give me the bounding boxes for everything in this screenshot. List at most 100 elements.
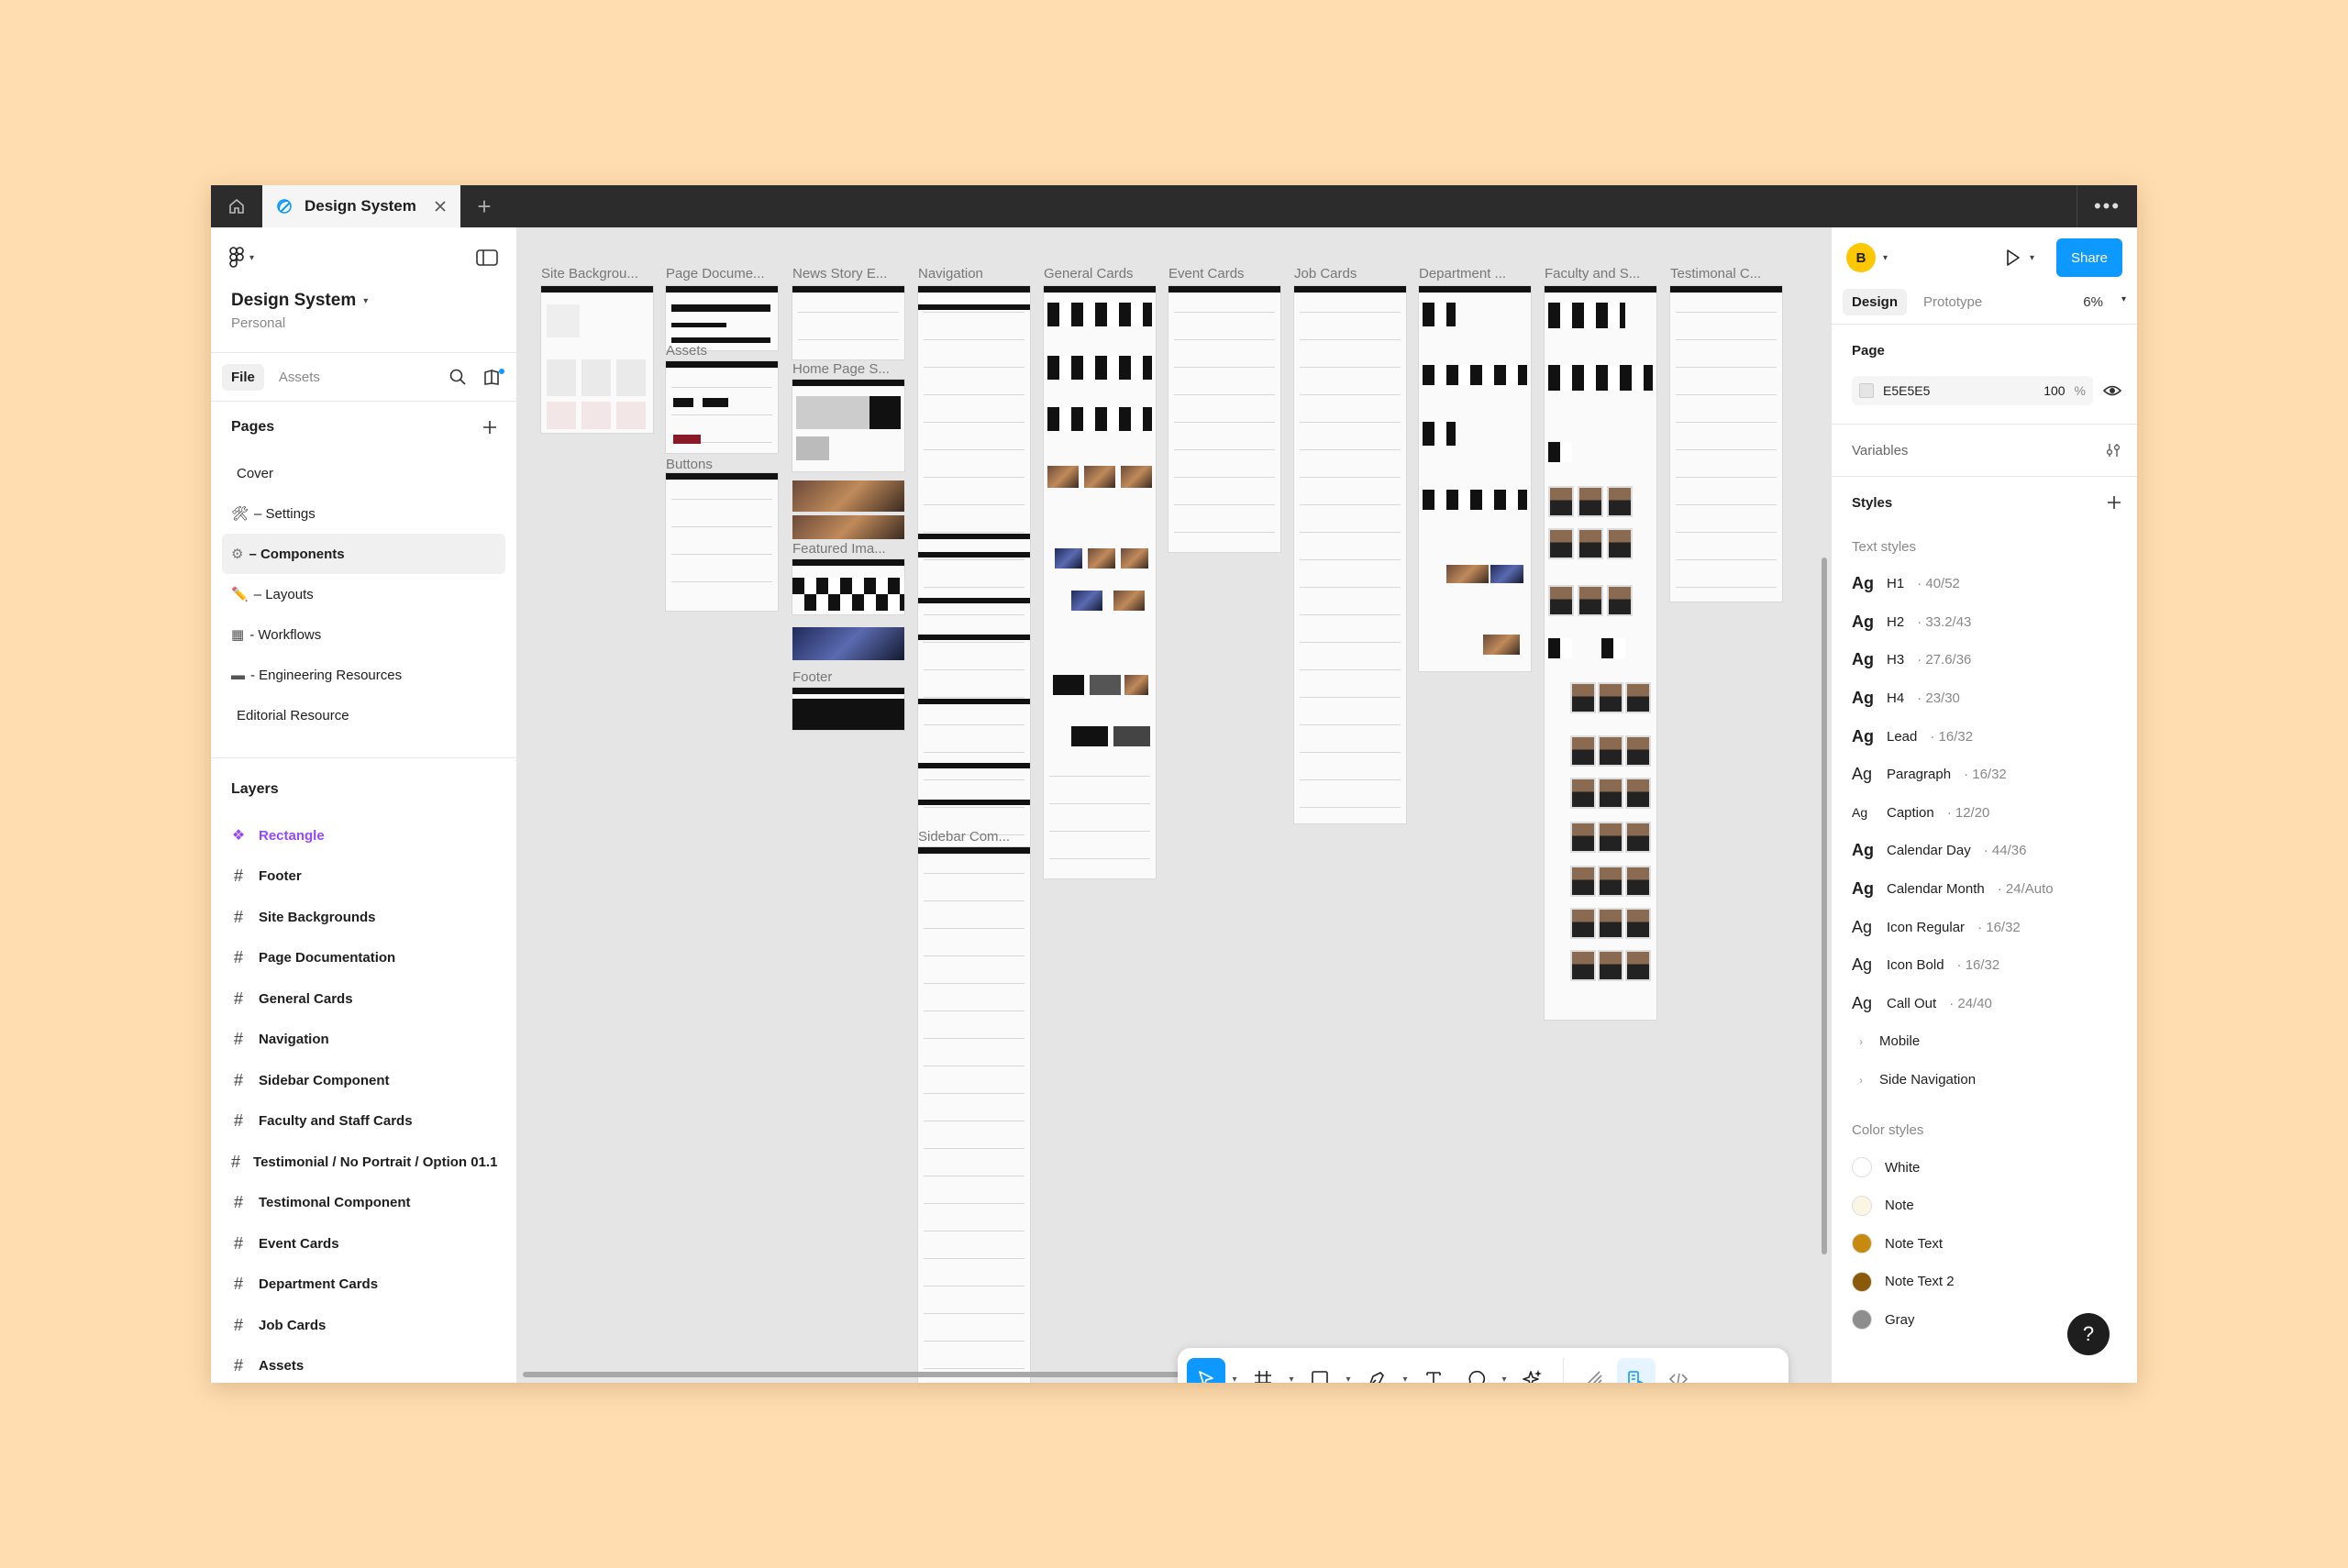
home-page-frame[interactable] [792,380,904,471]
variables-icon[interactable] [2104,441,2122,459]
main-menu-button[interactable]: ▾ [229,247,254,269]
frame-label[interactable]: Home Page S... [792,361,890,377]
frame-label[interactable]: Page Docume... [666,266,776,282]
design-mode-button[interactable] [1617,1358,1656,1383]
move-tool-button[interactable] [1187,1358,1225,1383]
chevron-down-icon[interactable]: ▾ [1343,1375,1354,1384]
page-item-engineering[interactable]: ▬ - Engineering Resources [222,655,505,695]
frame-label[interactable]: News Story E... [792,266,903,282]
zoom-control[interactable]: 6% ▾ [2083,294,2126,310]
buttons-frame[interactable] [666,473,778,611]
color-style-item[interactable]: Note Text [1832,1225,2137,1264]
play-icon[interactable] [2002,248,2022,268]
text-style-item[interactable]: Ag H4 · 23/30 [1832,679,2137,718]
layer-item[interactable]: ❖ Rectangle [211,815,516,856]
page-opacity-value[interactable]: 100 [2043,383,2065,398]
general-cards-frame[interactable] [1044,286,1156,878]
more-menu-button[interactable]: ••• [2077,185,2137,227]
layer-item[interactable]: # Testimonal Component [211,1183,516,1224]
toggle-sidebar-icon[interactable] [476,248,498,267]
layer-item[interactable]: # Department Cards [211,1264,516,1306]
frame-label[interactable]: General Cards [1044,266,1154,282]
eye-icon[interactable] [2102,381,2122,401]
chevron-down-icon[interactable]: ▾ [1883,253,1888,263]
chevron-down-icon[interactable]: ▾ [1229,1375,1240,1384]
frame-label[interactable]: Buttons [666,457,713,472]
vertical-scrollbar[interactable] [1822,558,1827,1254]
sidebar-component-frame[interactable] [918,847,1030,1383]
tab-assets[interactable]: Assets [270,364,329,391]
frame-label[interactable]: Site Backgrou... [541,266,651,282]
chevron-down-icon[interactable]: ▾ [1400,1375,1411,1384]
color-style-item[interactable]: Note [1832,1187,2137,1225]
layer-item[interactable]: # Testimonial / No Portrait / Option 01.1 [211,1142,516,1183]
text-style-item[interactable]: Ag H1 · 40/52 [1832,565,2137,603]
faculty-cards-frame[interactable] [1545,286,1656,1020]
add-style-icon[interactable] [2106,494,2122,511]
page-documentation-frame[interactable] [666,286,778,350]
layer-item[interactable]: # Navigation [211,1020,516,1061]
add-page-icon[interactable] [482,419,498,436]
frame-label[interactable]: Testimonal C... [1670,266,1780,282]
page-item-settings[interactable]: 🛠 – Settings [222,493,505,534]
job-cards-frame[interactable] [1294,286,1406,823]
avatar[interactable]: B [1846,243,1876,272]
text-style-item[interactable]: Ag Calendar Day · 44/36 [1832,832,2137,870]
layer-item[interactable]: # General Cards [211,978,516,1020]
color-swatch[interactable] [1859,383,1874,398]
text-style-item[interactable]: Ag Lead · 16/32 [1832,717,2137,756]
frame-tool-button[interactable] [1244,1358,1282,1383]
frame-label[interactable]: Navigation [918,266,1028,282]
project-name[interactable]: Design System ▾ [211,288,516,314]
share-button[interactable]: Share [2055,238,2122,277]
frame-label[interactable]: Faculty and S... [1545,266,1655,282]
layer-item[interactable]: # Page Documentation [211,938,516,979]
new-tab-button[interactable]: + [460,185,508,227]
color-style-item[interactable]: Note Text 2 [1832,1263,2137,1301]
frame-label[interactable]: Event Cards [1168,266,1279,282]
footer-frame[interactable] [792,688,904,730]
actions-tool-button[interactable] [1513,1358,1552,1383]
page-item-editorial[interactable]: Editorial Resource [222,695,505,735]
navigation-frame[interactable] [918,286,1030,873]
shape-tool-button[interactable] [1301,1358,1339,1383]
layer-item[interactable]: # Job Cards [211,1305,516,1346]
close-icon[interactable] [433,199,448,214]
help-button[interactable]: ? [2067,1313,2110,1355]
layer-item[interactable]: # Site Backgrounds [211,897,516,938]
draw-mode-button[interactable] [1575,1358,1613,1383]
canvas[interactable]: Site Backgrou... Page Docume... News Sto… [517,227,1831,1383]
site-backgrounds-frame[interactable] [541,286,653,433]
library-icon[interactable] [483,368,505,386]
chevron-down-icon[interactable]: ▾ [2030,253,2034,263]
text-style-item[interactable]: Ag Paragraph · 16/32 [1832,756,2137,794]
text-style-item[interactable]: Ag Caption · 12/20 [1832,794,2137,833]
tab-design-system[interactable]: Design System [262,185,460,227]
page-item-cover[interactable]: Cover [222,453,505,493]
tab-design[interactable]: Design [1843,289,1908,315]
text-style-group[interactable]: › Mobile [1832,1022,2137,1061]
search-icon[interactable] [449,368,467,386]
news-story-frame[interactable] [792,286,904,359]
home-tab[interactable] [211,185,262,227]
layer-item[interactable]: # Event Cards [211,1223,516,1264]
tab-prototype[interactable]: Prototype [1914,289,1991,315]
tab-file[interactable]: File [222,363,264,391]
text-tool-button[interactable] [1414,1358,1453,1383]
text-style-item[interactable]: Ag H3 · 27.6/36 [1832,641,2137,679]
page-item-workflows[interactable]: ▦ - Workflows [222,614,505,655]
comment-tool-button[interactable] [1456,1358,1495,1383]
dev-mode-button[interactable] [1659,1358,1698,1383]
layer-item[interactable]: # Faculty and Staff Cards [211,1101,516,1143]
pen-tool-button[interactable] [1357,1358,1396,1383]
color-style-item[interactable]: White [1832,1148,2137,1187]
frame-label[interactable]: Featured Ima... [792,541,886,557]
page-color-field[interactable]: E5E5E5 100 % [1852,376,2093,405]
layer-item[interactable]: # Sidebar Component [211,1060,516,1101]
frame-label[interactable]: Department ... [1419,266,1529,282]
chevron-down-icon[interactable]: ▾ [1499,1375,1510,1384]
text-style-group[interactable]: › Side Navigation [1832,1061,2137,1099]
featured-images-frame[interactable] [792,559,904,614]
page-item-layouts[interactable]: ✏️ – Layouts [222,574,505,614]
chevron-down-icon[interactable]: ▾ [1286,1375,1297,1384]
